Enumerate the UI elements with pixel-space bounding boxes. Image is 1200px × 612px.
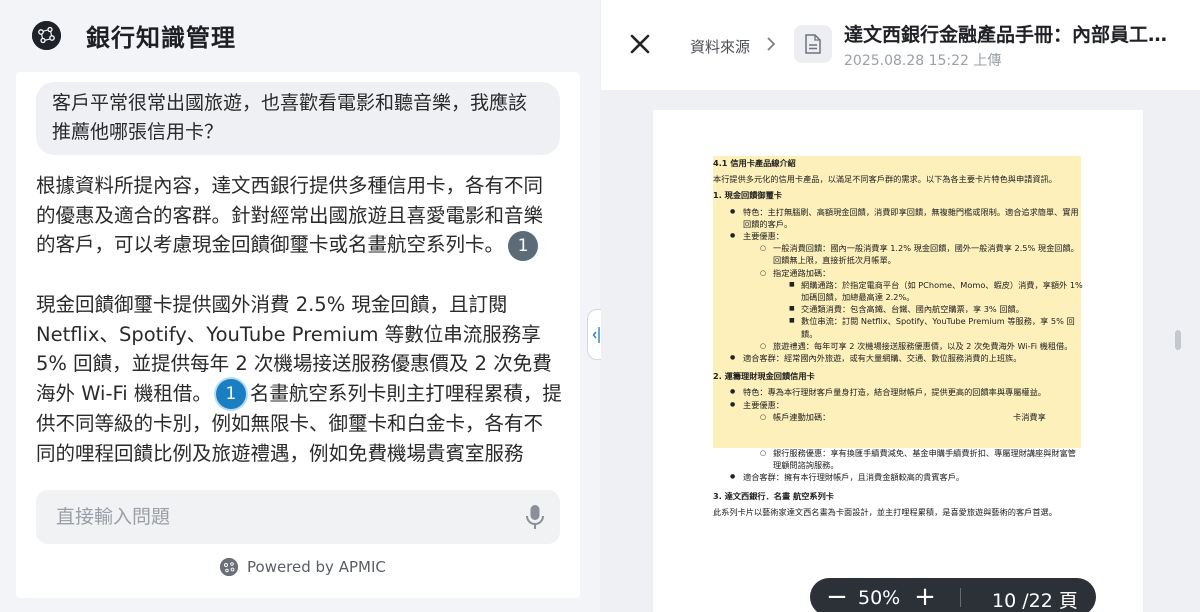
citation-badge[interactable]: 1 xyxy=(508,230,539,261)
pdf-list-item: 網購通路：於指定電商平台（如 PChome、Momo、蝦皮）消費，享額外 1% … xyxy=(713,279,1083,303)
powered-by: Powered by APMIC xyxy=(220,556,386,578)
app-header: 銀行知識管理 xyxy=(0,0,600,72)
pdf-section-title: 1. 現金回饋御璽卡 xyxy=(713,190,782,201)
page-current[interactable]: 10 xyxy=(992,590,1016,612)
pdf-list-item: 一般消費回饋：國內一般消費享 1.2% 現金回饋，國外一般消費享 2.5% 現金… xyxy=(713,242,1083,266)
chevron-right-icon xyxy=(765,36,777,52)
document-file-icon xyxy=(794,25,832,63)
pdf-paragraph: 此系列卡片以藝術家達文西名畫為卡面設計，並主打哩程累積，是喜愛旅遊與藝術的客戶首… xyxy=(713,506,1057,517)
answer-text: 根據資料所提內容，達文西銀行提供多種信用卡，各有不同的優惠及適合的客群。針對經常… xyxy=(36,174,544,256)
pdf-list-item: 主要優惠： xyxy=(713,399,1083,411)
pdf-list-item: 數位串流：訂閱 Netflix、Spotify、YouTube Premium … xyxy=(713,315,1083,339)
zoom-pagination-toolbar: − 50% + 10 /22 頁 xyxy=(810,578,1096,612)
viewer-header: 資料來源 達文西銀行金融產品手冊：內部員工專用版 2025.08.28 15:2… xyxy=(601,0,1200,90)
pdf-list-item: 特色：主打無腦刷、高額現金回饋，消費即享回饋，無複雜門檻或限制。適合追求簡單、實… xyxy=(713,206,1083,230)
page-indicator: 10 /22 頁 xyxy=(992,586,1078,612)
pdf-list-item: 帳戶連動加碼： 卡消費享 xyxy=(713,411,1083,423)
page-total: /22 頁 xyxy=(1022,590,1078,612)
answer-paragraph: 現金回饋御璽卡提供國外消費 2.5% 現金回饋，且訂閱 Netflix、Spot… xyxy=(36,290,562,468)
question-input[interactable] xyxy=(36,490,506,544)
pdf-list-item: 特色：專為本行理財客戶量身打造，結合理財帳戶，提供更高的回饋率與專屬權益。 xyxy=(713,386,1083,398)
source-viewer-panel: 資料來源 達文西銀行金融產品手冊：內部員工專用版 2025.08.28 15:2… xyxy=(601,0,1200,612)
pdf-list-item: 主要優惠： xyxy=(713,230,1083,242)
user-message: 客戶平常很常出國旅遊，也喜歡看電影和聽音樂，我應該推薦他哪張信用卡？ xyxy=(36,82,560,155)
apmic-logo-icon xyxy=(32,21,61,50)
scrollbar-thumb[interactable] xyxy=(1175,330,1181,350)
pdf-text: 卡消費享 xyxy=(1013,411,1046,422)
apmic-small-logo-icon xyxy=(220,558,238,576)
pdf-section-title: 3. 達文西銀行．名畫 航空系列卡 xyxy=(713,490,834,501)
microphone-icon[interactable] xyxy=(524,504,546,530)
pdf-list-item: 適合客群：擁有本行理財帳戶，且消費金額較高的貴賓客戶。 xyxy=(713,471,1083,483)
assistant-answer: 根據資料所提內容，達文西銀行提供多種信用卡，各有不同的優惠及適合的客群。針對經常… xyxy=(36,171,562,498)
pdf-paragraph: 本行提供多元化的信用卡產品，以滿足不同客戶群的需求。以下為各主要卡片特色與申請資… xyxy=(713,174,1057,185)
pdf-page: 4.1 信用卡產品線介紹 本行提供多元化的信用卡產品，以滿足不同客戶群的需求。以… xyxy=(653,110,1143,612)
upload-timestamp: 2025.08.28 15:22 上傳 xyxy=(844,53,1002,69)
zoom-level: 50% xyxy=(858,587,901,609)
app-title: 銀行知識管理 xyxy=(86,24,236,52)
breadcrumb-source[interactable]: 資料來源 xyxy=(690,36,750,57)
citation-badge-active[interactable]: 1 xyxy=(215,379,246,409)
pdf-list-item: 旅遊禮遇：每年可享 2 次機場接送服務優惠價，以及 2 次免費海外 Wi-Fi … xyxy=(713,340,1083,352)
chat-conversation: 客戶平常很常出國旅遊，也喜歡看電影和聽音樂，我應該推薦他哪張信用卡？ 根據資料所… xyxy=(16,72,580,598)
scroll-fade xyxy=(16,464,580,488)
toolbar-divider xyxy=(960,588,961,607)
pdf-list: 特色：專為本行理財客戶量身打造，結合理財帳戶，提供更高的回饋率與專屬權益。 主要… xyxy=(713,386,1083,483)
zoom-in-button[interactable]: + xyxy=(912,582,938,612)
pdf-list-item: 適合客群：經常國內外旅遊，或有大量網購、交通、數位服務消費的上班族。 xyxy=(713,352,1083,364)
pdf-list-item: 銀行服務優惠：享有換匯手續費減免、基金申購手續費折扣、專屬理財講座與財富管理顧問… xyxy=(713,447,1083,471)
pdf-text: 帳戶連動加碼： xyxy=(773,411,831,422)
question-input-box xyxy=(36,490,560,544)
close-icon[interactable] xyxy=(629,33,651,55)
pdf-content: 4.1 信用卡產品線介紹 本行提供多元化的信用卡產品，以滿足不同客戶群的需求。以… xyxy=(713,157,1083,522)
pdf-heading: 4.1 信用卡產品線介紹 xyxy=(713,158,796,168)
zoom-out-button[interactable]: − xyxy=(824,582,850,612)
pdf-list-item: 指定通路加碼： xyxy=(713,267,1083,279)
powered-by-text: Powered by APMIC xyxy=(247,558,386,576)
pdf-section-title: 2. 運籌理財現金回饋信用卡 xyxy=(713,371,815,382)
pdf-list: 特色：主打無腦刷、高額現金回饋，消費即享回饋，無複雜門檻或限制。適合追求簡單、實… xyxy=(713,206,1083,365)
chat-panel: 銀行知識管理 客戶平常很常出國旅遊，也喜歡看電影和聽音樂，我應該推薦他哪張信用卡… xyxy=(0,0,600,612)
pdf-list-item: 交通類消費：包含高鐵、台鐵、國內航空購票，享 3% 回饋。 xyxy=(713,303,1083,315)
answer-paragraph: 根據資料所提內容，達文西銀行提供多種信用卡，各有不同的優惠及適合的客群。針對經常… xyxy=(36,171,562,261)
document-title: 達文西銀行金融產品手冊：內部員工專用版 xyxy=(844,24,1184,46)
